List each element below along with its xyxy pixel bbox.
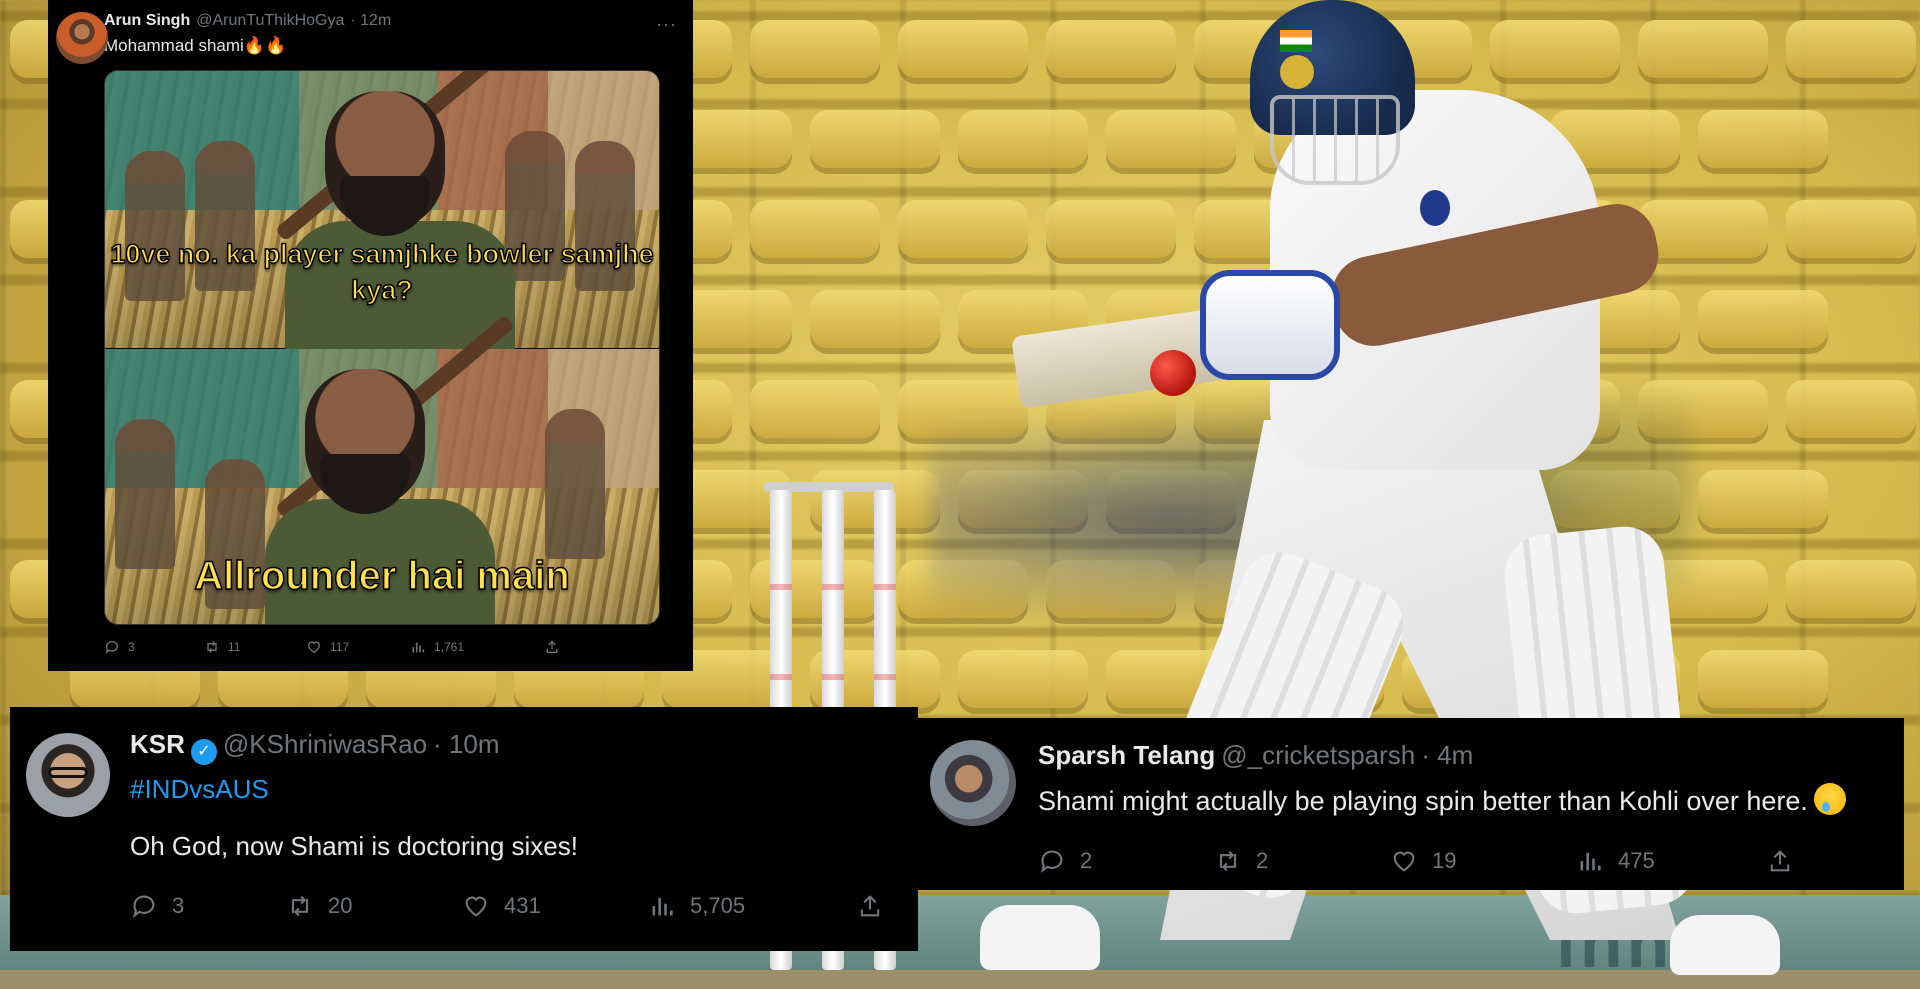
shoe <box>980 905 1100 970</box>
tweet-card[interactable]: Arun Singh @ArunTuThikHoGya · 12m ··· Mo… <box>48 0 693 671</box>
tweet-card[interactable]: Sparsh Telang @_cricketsparsh · 4m Shami… <box>918 718 1904 890</box>
tweet-text: Oh God, now Shami is doctoring sixes! <box>130 831 578 861</box>
team-crest <box>1420 190 1450 226</box>
like-count: 431 <box>504 893 541 918</box>
tweet-time[interactable]: · 4m <box>1421 740 1473 771</box>
views-count: 475 <box>1618 848 1655 873</box>
retweet-count: 2 <box>1256 848 1269 873</box>
like-button[interactable]: 431 <box>462 892 648 920</box>
share-icon <box>544 639 560 655</box>
views-button[interactable]: 1,761 <box>410 639 544 655</box>
more-icon[interactable]: ··· <box>656 14 677 35</box>
reply-icon <box>104 639 120 655</box>
retweet-button[interactable]: 11 <box>204 639 306 655</box>
author-handle[interactable]: @KShriniwasRao <box>223 729 427 760</box>
avatar[interactable] <box>56 12 108 64</box>
reply-button[interactable]: 3 <box>130 892 286 920</box>
like-button[interactable]: 117 <box>306 639 410 655</box>
verified-badge-icon: ✓ <box>190 739 217 765</box>
tweet-header: Arun Singh @ArunTuThikHoGya · 12m <box>104 12 679 30</box>
meme-caption: Allrounder hai main <box>193 553 570 599</box>
meme-character <box>285 91 515 361</box>
retweet-count: 11 <box>228 640 241 654</box>
author-handle[interactable]: @_cricketsparsh <box>1221 740 1415 771</box>
retweet-icon <box>1214 847 1242 875</box>
tweet-header: KSR ✓ @KShriniwasRao · 10m <box>130 729 896 765</box>
tweet-text-content: Shami might actually be playing spin bet… <box>1038 786 1808 816</box>
views-button[interactable]: 475 <box>1576 847 1766 875</box>
heart-icon <box>1390 847 1418 875</box>
like-count: 117 <box>330 640 350 654</box>
tweet-media[interactable]: 10ve no. ka player samjhke bowler samjhe… <box>104 70 660 625</box>
retweet-icon <box>204 639 220 655</box>
batting-gloves <box>1200 270 1340 380</box>
meme-caption: 10ve no. ka player samjhke bowler samjhe… <box>110 238 655 306</box>
tweet-time[interactable]: · 10m <box>433 729 499 760</box>
retweet-count: 20 <box>328 893 353 918</box>
reply-count: 2 <box>1080 848 1093 873</box>
tweet-text: Mohammad shami🔥🔥 <box>104 36 287 55</box>
reply-count: 3 <box>172 893 185 918</box>
share-icon <box>856 892 884 920</box>
like-count: 19 <box>1432 848 1457 873</box>
retweet-button[interactable]: 2 <box>1214 847 1390 875</box>
heart-icon <box>462 892 490 920</box>
author-name[interactable]: KSR <box>130 729 185 760</box>
helmet-grill <box>1270 95 1400 185</box>
tweet-text: Shami might actually be playing spin bet… <box>1038 783 1882 817</box>
author-name[interactable]: Sparsh Telang <box>1038 740 1215 771</box>
author-handle[interactable]: @ArunTuThikHoGya <box>196 12 344 30</box>
heart-icon <box>306 639 322 655</box>
views-icon <box>410 639 426 655</box>
views-button[interactable]: 5,705 <box>648 892 856 920</box>
retweet-icon <box>286 892 314 920</box>
meme-panel: Allrounder hai main <box>105 314 659 624</box>
bystander <box>115 419 175 569</box>
tweet-actions: 2 2 19 475 <box>1038 847 1882 875</box>
reply-count: 3 <box>128 640 135 654</box>
meme-panel: 10ve no. ka player samjhke bowler samjhe… <box>105 71 659 361</box>
helmet-logo <box>1280 55 1314 89</box>
like-button[interactable]: 19 <box>1390 847 1576 875</box>
reply-icon <box>130 892 158 920</box>
views-count: 5,705 <box>690 893 746 918</box>
avatar[interactable] <box>930 740 1016 826</box>
reply-icon <box>1038 847 1066 875</box>
share-icon <box>1766 847 1794 875</box>
views-icon <box>1576 847 1604 875</box>
views-icon <box>648 892 676 920</box>
tweet-time[interactable]: · 12m <box>350 12 391 30</box>
reply-button[interactable]: 2 <box>1038 847 1214 875</box>
reply-button[interactable]: 3 <box>104 639 204 655</box>
share-button[interactable] <box>856 892 884 920</box>
shoe <box>1670 915 1780 975</box>
cricket-ball <box>1150 350 1196 396</box>
tweet-card[interactable]: KSR ✓ @KShriniwasRao · 10m #INDvsAUS Oh … <box>10 707 918 951</box>
bystander <box>545 409 605 559</box>
tweet-actions: 3 20 431 5,705 <box>130 892 896 920</box>
hashtag-link[interactable]: #INDvsAUS <box>130 774 896 805</box>
share-button[interactable] <box>1766 847 1794 875</box>
share-button[interactable] <box>544 639 560 655</box>
tweet-header: Sparsh Telang @_cricketsparsh · 4m <box>1038 740 1882 771</box>
flag-icon <box>1280 30 1312 52</box>
views-count: 1,761 <box>434 640 465 654</box>
author-name[interactable]: Arun Singh <box>104 12 190 30</box>
smiling-face-with-tear-icon <box>1813 783 1846 815</box>
retweet-button[interactable]: 20 <box>286 892 462 920</box>
tweet-actions: 3 11 117 1,761 <box>104 639 679 655</box>
avatar[interactable] <box>26 733 110 817</box>
